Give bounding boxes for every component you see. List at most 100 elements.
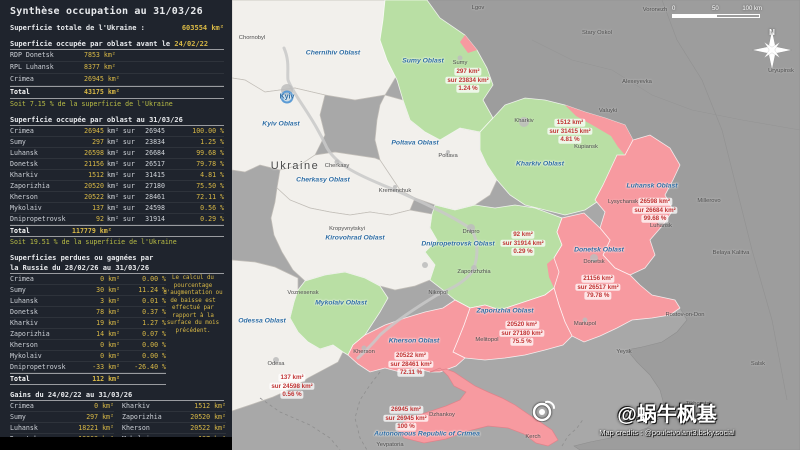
stat-occupied-line: 20522 km² bbox=[394, 352, 428, 360]
watermark-credits: Map credits : @pouletvolant3.bsky.social bbox=[532, 428, 800, 437]
stat-row: Crimea 26945 km² bbox=[10, 74, 224, 86]
city-label: Voronezh bbox=[643, 7, 668, 13]
stat-occupied-line: 1512 km² bbox=[555, 119, 586, 127]
stat-row: Crimea 0 km² 0.00 % bbox=[10, 274, 166, 285]
stat-row: Kharkiv 1512 km² bbox=[122, 401, 226, 412]
row-value: 7853 km² bbox=[84, 50, 124, 61]
city-label: Valuyki bbox=[599, 108, 617, 114]
section-current-total: Total 117779 km² bbox=[10, 225, 224, 237]
section-occupied-before: Superficie occupée par oblast avant le 2… bbox=[10, 39, 224, 110]
row-unit: km² sur bbox=[104, 181, 137, 191]
city-label: Kremenchuk bbox=[379, 188, 412, 194]
row-oblast-total: 31415 bbox=[137, 170, 165, 180]
compass-rose-icon bbox=[752, 28, 792, 72]
oblast-label: Sumy Oblast bbox=[402, 58, 444, 65]
total-value: 117779 km² bbox=[72, 226, 112, 236]
row-value: 20520 km² bbox=[180, 412, 226, 422]
row-label: Kharkiv bbox=[122, 401, 180, 411]
row-oblast-total: 27180 bbox=[137, 181, 165, 191]
row-label: Luhansk bbox=[10, 148, 72, 158]
city-label: Yeysk bbox=[616, 349, 631, 355]
row-unit: km² sur bbox=[104, 126, 137, 136]
row-delta-percent: 0.37 % bbox=[120, 307, 166, 317]
occupation-stat-label: 92 km² sur 31914 km² 0.29 % bbox=[500, 231, 545, 256]
row-label: Zaporizhia bbox=[122, 412, 180, 422]
stat-row: Mykolaiv 137 km² sur 24598 0.56 % bbox=[10, 203, 224, 214]
row-label: Sumy bbox=[10, 412, 68, 422]
city-label: Voznesensk bbox=[287, 290, 318, 296]
total-value: 43175 km² bbox=[84, 87, 124, 98]
row-occupied-value: 20520 bbox=[72, 181, 104, 191]
weibo-logo-icon bbox=[532, 398, 556, 422]
stat-total-line: sur 31914 km² bbox=[500, 239, 545, 247]
total-area-value: 603554 km² bbox=[182, 23, 224, 34]
total-value: 112 km² bbox=[80, 374, 120, 384]
sidebar-title: Synthèse occupation au 31/03/26 bbox=[10, 6, 224, 17]
occupation-stat-label: 1512 km² sur 31415 km² 4.81 % bbox=[547, 119, 592, 144]
row-delta-value: 19 km² bbox=[80, 318, 120, 328]
oblast-label: Odessa Oblast bbox=[238, 318, 286, 325]
section-current-rows: Crimea 26945 km² sur 26945 100.00 % Sumy… bbox=[10, 126, 224, 225]
stat-percent-line: 0.29 % bbox=[511, 248, 534, 256]
stat-row: Kherson 0 km² 0.00 % bbox=[10, 340, 166, 351]
stat-percent-line: 1.24 % bbox=[456, 85, 479, 93]
stat-occupied-line: 137 km² bbox=[278, 374, 305, 382]
oblast-label: Zaporizhia Oblast bbox=[476, 308, 533, 315]
percentage-method-note: Le calcul du pourcentage d'augmentation … bbox=[162, 275, 224, 335]
stat-percent-line: 4.81 % bbox=[558, 136, 581, 144]
stat-row: Donetsk 21156 km² sur 26517 79.78 % bbox=[10, 159, 224, 170]
row-label: Zaporizhia bbox=[10, 329, 80, 339]
row-unit: km² sur bbox=[104, 170, 137, 180]
total-label: Total bbox=[10, 226, 72, 236]
city-label: Alexeyevka bbox=[622, 79, 652, 85]
stat-row: Luhansk 26598 km² sur 26684 99.68 % bbox=[10, 148, 224, 159]
city-label: Kropyvnytskyi bbox=[329, 226, 365, 232]
stat-row: RPL Luhansk 8377 km² bbox=[10, 62, 224, 74]
row-unit: km² sur bbox=[104, 214, 137, 224]
city-label: Dnipro bbox=[462, 229, 479, 235]
row-unit: km² sur bbox=[104, 137, 137, 147]
row-percent: 99.68 % bbox=[165, 148, 224, 158]
city-label: Chornobyl bbox=[239, 35, 265, 41]
stat-row: Sumy 297 km² sur 23834 1.25 % bbox=[10, 137, 224, 148]
stat-percent-line: 72.11 % bbox=[398, 369, 424, 377]
row-delta-percent: 1.27 % bbox=[120, 318, 166, 328]
section-before-header-date: 24/02/22 bbox=[174, 40, 208, 48]
watermark-handle: @蜗牛枫基 bbox=[617, 398, 717, 427]
occupation-stat-label: 297 km² sur 23834 km² 1.24 % bbox=[445, 68, 490, 93]
row-delta-value: 78 km² bbox=[80, 307, 120, 317]
row-percent: 0.29 % bbox=[165, 214, 224, 224]
stat-total-line: sur 23834 km² bbox=[445, 76, 490, 84]
ukraine-total-area-line: Superficie totale de l'Ukraine : 603554 … bbox=[10, 23, 224, 34]
oblast-label: Kirovohrad Oblast bbox=[325, 235, 384, 242]
row-delta-value: 3 km² bbox=[80, 296, 120, 306]
city-label: Odesa bbox=[267, 361, 284, 367]
row-occupied-value: 26945 bbox=[72, 126, 104, 136]
row-value: 20522 km² bbox=[180, 423, 226, 433]
stat-row: Donetsk 78 km² 0.37 % bbox=[10, 307, 166, 318]
scale-tick-50: 50 bbox=[712, 6, 719, 12]
row-label: Kharkiv bbox=[10, 318, 80, 328]
stat-percent-line: 99.68 % bbox=[642, 215, 669, 223]
stat-row: Crimea 26945 km² sur 26945 100.00 % bbox=[10, 126, 224, 137]
stat-total-line: sur 26517 km² bbox=[575, 283, 620, 291]
stat-total-line: sur 28461 km² bbox=[388, 360, 433, 368]
section-current-header: Superficie occupée par oblast au 31/03/2… bbox=[10, 115, 224, 126]
section-monthly-delta: Superficies perdues ou gagnées par la Ru… bbox=[10, 253, 224, 385]
city-label: Salsk bbox=[751, 361, 765, 367]
stat-total-line: sur 27180 km² bbox=[499, 329, 544, 337]
row-label: Donetsk bbox=[10, 159, 72, 169]
row-percent: 4.81 % bbox=[165, 170, 224, 180]
section-before-header: Superficie occupée par oblast avant le 2… bbox=[10, 39, 224, 50]
row-delta-value: 0 km² bbox=[80, 274, 120, 284]
oblast-label: Dnipropetrovsk Oblast bbox=[421, 241, 494, 248]
row-label: Luhansk bbox=[10, 423, 68, 433]
total-label: Total bbox=[10, 87, 84, 98]
stat-total-line: sur 24598 km² bbox=[269, 382, 314, 390]
row-delta-percent: 11.24 % bbox=[120, 285, 166, 295]
row-percent: 0.56 % bbox=[165, 203, 224, 213]
row-value: 26945 km² bbox=[84, 74, 124, 85]
sidebar-bottom-strip bbox=[0, 437, 232, 450]
row-unit: km² sur bbox=[104, 192, 137, 202]
stat-percent-line: 79.78 % bbox=[585, 292, 612, 300]
